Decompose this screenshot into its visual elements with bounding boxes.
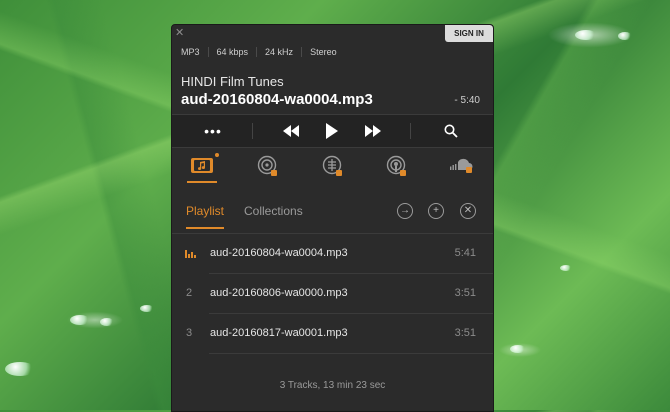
add-track-button[interactable]: + [428, 203, 444, 219]
format-bitrate: 64 kbps [207, 47, 257, 57]
water-drop [5, 362, 35, 376]
lock-icon [336, 170, 342, 176]
next-track-button[interactable] [362, 115, 384, 147]
track-name: aud-20160806-wa0000.mp3 [210, 287, 348, 299]
row-divider [209, 353, 493, 354]
track-number: 3 [186, 327, 193, 339]
transport-controls: ••• [172, 114, 493, 148]
clear-playlist-button[interactable]: ✕ [460, 203, 476, 219]
source-podcasts[interactable] [382, 155, 412, 183]
album-title: HINDI Film Tunes [181, 74, 284, 89]
plus-circle-icon: + [433, 205, 439, 216]
track-duration: 5:41 [454, 247, 476, 259]
search-button[interactable] [440, 115, 462, 147]
previous-track-button[interactable] [280, 115, 302, 147]
track-duration: 3:51 [454, 327, 476, 339]
water-drop [100, 318, 114, 326]
divider [252, 123, 253, 139]
library-tabs: Playlist Collections → + ✕ [172, 195, 493, 234]
source-soundcloud[interactable] [446, 155, 476, 183]
lock-icon [271, 170, 277, 176]
remaining-time[interactable]: - 5:40 [454, 95, 480, 106]
search-icon [444, 124, 458, 138]
play-button[interactable] [322, 115, 342, 147]
tab-playlist[interactable]: Playlist [186, 204, 225, 229]
list-item[interactable]: 3 aud-20160817-wa0001.mp3 3:51 [172, 314, 493, 354]
add-to-queue-button[interactable]: → [397, 203, 413, 219]
now-playing-icon [185, 250, 196, 258]
audio-format-info: MP3 64 kbps 24 kHz Stereo [181, 47, 345, 57]
lock-icon [400, 170, 406, 176]
list-item[interactable]: 2 aud-20160806-wa0000.mp3 3:51 [172, 274, 493, 314]
music-folder-icon [191, 158, 213, 173]
lock-icon [466, 167, 472, 173]
track-name: aud-20160817-wa0001.mp3 [210, 327, 348, 339]
water-drop [140, 305, 154, 312]
track-title: aud-20160804-wa0004.mp3 [181, 91, 373, 108]
playlist-summary: 3 Tracks, 13 min 23 sec [279, 380, 386, 391]
source-selector [172, 147, 493, 187]
format-channels: Stereo [301, 47, 345, 57]
list-item[interactable]: aud-20160804-wa0004.mp3 5:41 [172, 234, 493, 274]
water-drop [575, 30, 597, 40]
source-audiobooks[interactable] [318, 155, 348, 183]
playlist-list: aud-20160804-wa0004.mp3 5:41 2 aud-20160… [172, 234, 493, 354]
source-radio[interactable] [253, 155, 283, 183]
close-circle-icon: ✕ [463, 205, 473, 216]
water-drop [70, 315, 90, 325]
arrow-right-circle-icon: → [400, 205, 410, 216]
more-options-button[interactable]: ••• [198, 115, 228, 147]
water-drop [560, 265, 572, 271]
format-sample-rate: 24 kHz [256, 47, 301, 57]
source-music-library[interactable] [187, 153, 219, 183]
close-icon[interactable]: ✕ [175, 27, 184, 39]
sign-in-button[interactable]: SIGN IN [445, 25, 493, 42]
new-indicator-dot [215, 153, 219, 157]
play-icon [326, 123, 338, 139]
rewind-icon [283, 125, 299, 137]
tab-collections[interactable]: Collections [244, 204, 303, 218]
player-window: ✕ SIGN IN MP3 64 kbps 24 kHz Stereo HIND… [171, 24, 494, 412]
divider [410, 123, 411, 139]
track-number: 2 [186, 287, 193, 299]
water-drop [510, 345, 526, 353]
fast-forward-icon [365, 125, 381, 137]
track-name: aud-20160804-wa0004.mp3 [210, 247, 348, 259]
track-duration: 3:51 [454, 287, 476, 299]
format-codec: MP3 [181, 47, 200, 57]
water-drop [618, 32, 632, 40]
